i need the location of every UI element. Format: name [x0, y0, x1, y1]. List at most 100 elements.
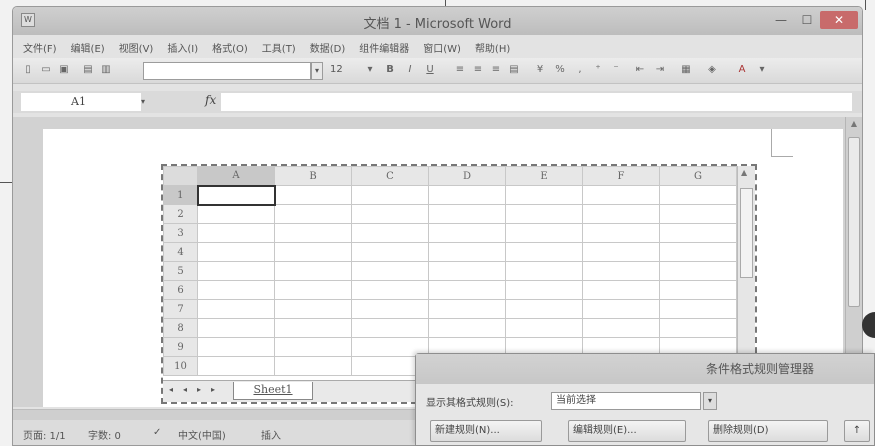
- cell[interactable]: [659, 185, 737, 205]
- spelling-icon[interactable]: ✓: [153, 427, 161, 438]
- cell[interactable]: [428, 299, 506, 319]
- cell[interactable]: [428, 261, 506, 281]
- new-rule-button[interactable]: 新建规则(N)...: [430, 420, 542, 442]
- bold-button[interactable]: B: [383, 63, 397, 77]
- row-header[interactable]: 2: [163, 204, 198, 224]
- font-name-dropdown[interactable]: ▾: [311, 62, 323, 80]
- cell[interactable]: [274, 318, 352, 338]
- name-box-dropdown-icon[interactable]: ▾: [141, 93, 153, 111]
- select-all-corner[interactable]: [163, 166, 198, 186]
- show-rules-select[interactable]: 当前选择: [551, 392, 701, 410]
- cell[interactable]: [197, 356, 275, 376]
- decrease-decimal-icon[interactable]: ⁻: [609, 63, 623, 77]
- font-size-input[interactable]: 12: [327, 62, 361, 80]
- menu-tools[interactable]: 工具(T): [262, 40, 296, 55]
- scroll-up-icon[interactable]: ▲: [741, 168, 747, 177]
- cell[interactable]: [197, 261, 275, 281]
- cell[interactable]: [582, 204, 660, 224]
- cell[interactable]: [274, 242, 352, 262]
- cell[interactable]: [505, 261, 583, 281]
- cell[interactable]: [274, 299, 352, 319]
- status-language[interactable]: 中文(中国): [178, 427, 226, 442]
- menu-insert[interactable]: 插入(I): [167, 40, 198, 55]
- cell[interactable]: [274, 204, 352, 224]
- row-header[interactable]: 10: [163, 356, 198, 376]
- column-header[interactable]: G: [659, 166, 737, 186]
- row-header[interactable]: 6: [163, 280, 198, 300]
- active-cell[interactable]: [196, 184, 276, 206]
- italic-button[interactable]: I: [403, 63, 417, 77]
- cell[interactable]: [428, 318, 506, 338]
- comma-style-icon[interactable]: ,: [573, 63, 587, 77]
- cell[interactable]: [659, 280, 737, 300]
- cell[interactable]: [505, 318, 583, 338]
- menu-component-editor[interactable]: 组件编辑器: [359, 40, 409, 55]
- font-name-input[interactable]: [143, 62, 311, 80]
- cell[interactable]: [351, 223, 429, 243]
- close-button[interactable]: ✕: [820, 11, 858, 29]
- align-center-icon[interactable]: ≡: [471, 63, 485, 77]
- new-icon[interactable]: ▯: [21, 63, 35, 77]
- menu-file[interactable]: 文件(F): [23, 40, 57, 55]
- borders-icon[interactable]: ▦: [679, 63, 693, 77]
- column-header[interactable]: B: [274, 166, 352, 186]
- column-header[interactable]: A: [197, 166, 275, 186]
- scroll-up-icon[interactable]: ▲: [848, 119, 860, 131]
- cell[interactable]: [582, 261, 660, 281]
- formula-input[interactable]: [221, 93, 852, 111]
- scroll-thumb[interactable]: [848, 137, 860, 307]
- decrease-indent-icon[interactable]: ⇤: [633, 63, 647, 77]
- menu-data[interactable]: 数据(D): [310, 40, 346, 55]
- cell[interactable]: [428, 223, 506, 243]
- cell[interactable]: [274, 223, 352, 243]
- increase-decimal-icon[interactable]: ⁺: [591, 63, 605, 77]
- menu-edit[interactable]: 编辑(E): [71, 40, 105, 55]
- cell[interactable]: [351, 185, 429, 205]
- worksheet-vertical-scrollbar[interactable]: ▲: [737, 166, 755, 380]
- cell[interactable]: [659, 204, 737, 224]
- edit-rule-button[interactable]: 编辑规则(E)...: [568, 420, 686, 442]
- cell[interactable]: [505, 223, 583, 243]
- open-icon[interactable]: ▭: [39, 63, 53, 77]
- menu-window[interactable]: 窗口(W): [423, 40, 461, 55]
- menu-help[interactable]: 帮助(H): [475, 40, 510, 55]
- align-left-icon[interactable]: ≡: [453, 63, 467, 77]
- maximize-button[interactable]: ☐: [796, 11, 818, 29]
- name-box[interactable]: A1: [21, 93, 141, 111]
- font-color-icon[interactable]: A: [735, 63, 749, 77]
- status-insert-mode[interactable]: 插入: [261, 427, 281, 442]
- column-header[interactable]: D: [428, 166, 506, 186]
- cell[interactable]: [505, 204, 583, 224]
- row-header[interactable]: 1: [163, 185, 198, 205]
- cell[interactable]: [351, 261, 429, 281]
- column-header[interactable]: C: [351, 166, 429, 186]
- increase-indent-icon[interactable]: ⇥: [653, 63, 667, 77]
- row-header[interactable]: 3: [163, 223, 198, 243]
- cell[interactable]: [351, 280, 429, 300]
- save-icon[interactable]: ▣: [57, 63, 71, 77]
- delete-rule-button[interactable]: 删除规则(D): [708, 420, 828, 442]
- cell[interactable]: [197, 299, 275, 319]
- cell[interactable]: [351, 299, 429, 319]
- cell[interactable]: [659, 318, 737, 338]
- cell[interactable]: [351, 204, 429, 224]
- fx-icon[interactable]: fx: [205, 93, 216, 107]
- cell[interactable]: [505, 242, 583, 262]
- column-header[interactable]: E: [505, 166, 583, 186]
- cell[interactable]: [582, 299, 660, 319]
- fill-color-icon[interactable]: ◈: [705, 63, 719, 77]
- cell[interactable]: [197, 337, 275, 357]
- first-sheet-icon[interactable]: ◂: [169, 385, 173, 394]
- print-icon[interactable]: ▤: [81, 63, 95, 77]
- menu-view[interactable]: 视图(V): [119, 40, 154, 55]
- underline-button[interactable]: U: [423, 63, 437, 77]
- toolbar-options-icon[interactable]: ▾: [755, 63, 769, 77]
- cell[interactable]: [428, 280, 506, 300]
- column-header[interactable]: F: [582, 166, 660, 186]
- minimize-button[interactable]: —: [770, 11, 792, 29]
- currency-icon[interactable]: ¥: [533, 63, 547, 77]
- cell[interactable]: [505, 299, 583, 319]
- cell[interactable]: [274, 356, 352, 376]
- cell[interactable]: [659, 223, 737, 243]
- cell[interactable]: [197, 318, 275, 338]
